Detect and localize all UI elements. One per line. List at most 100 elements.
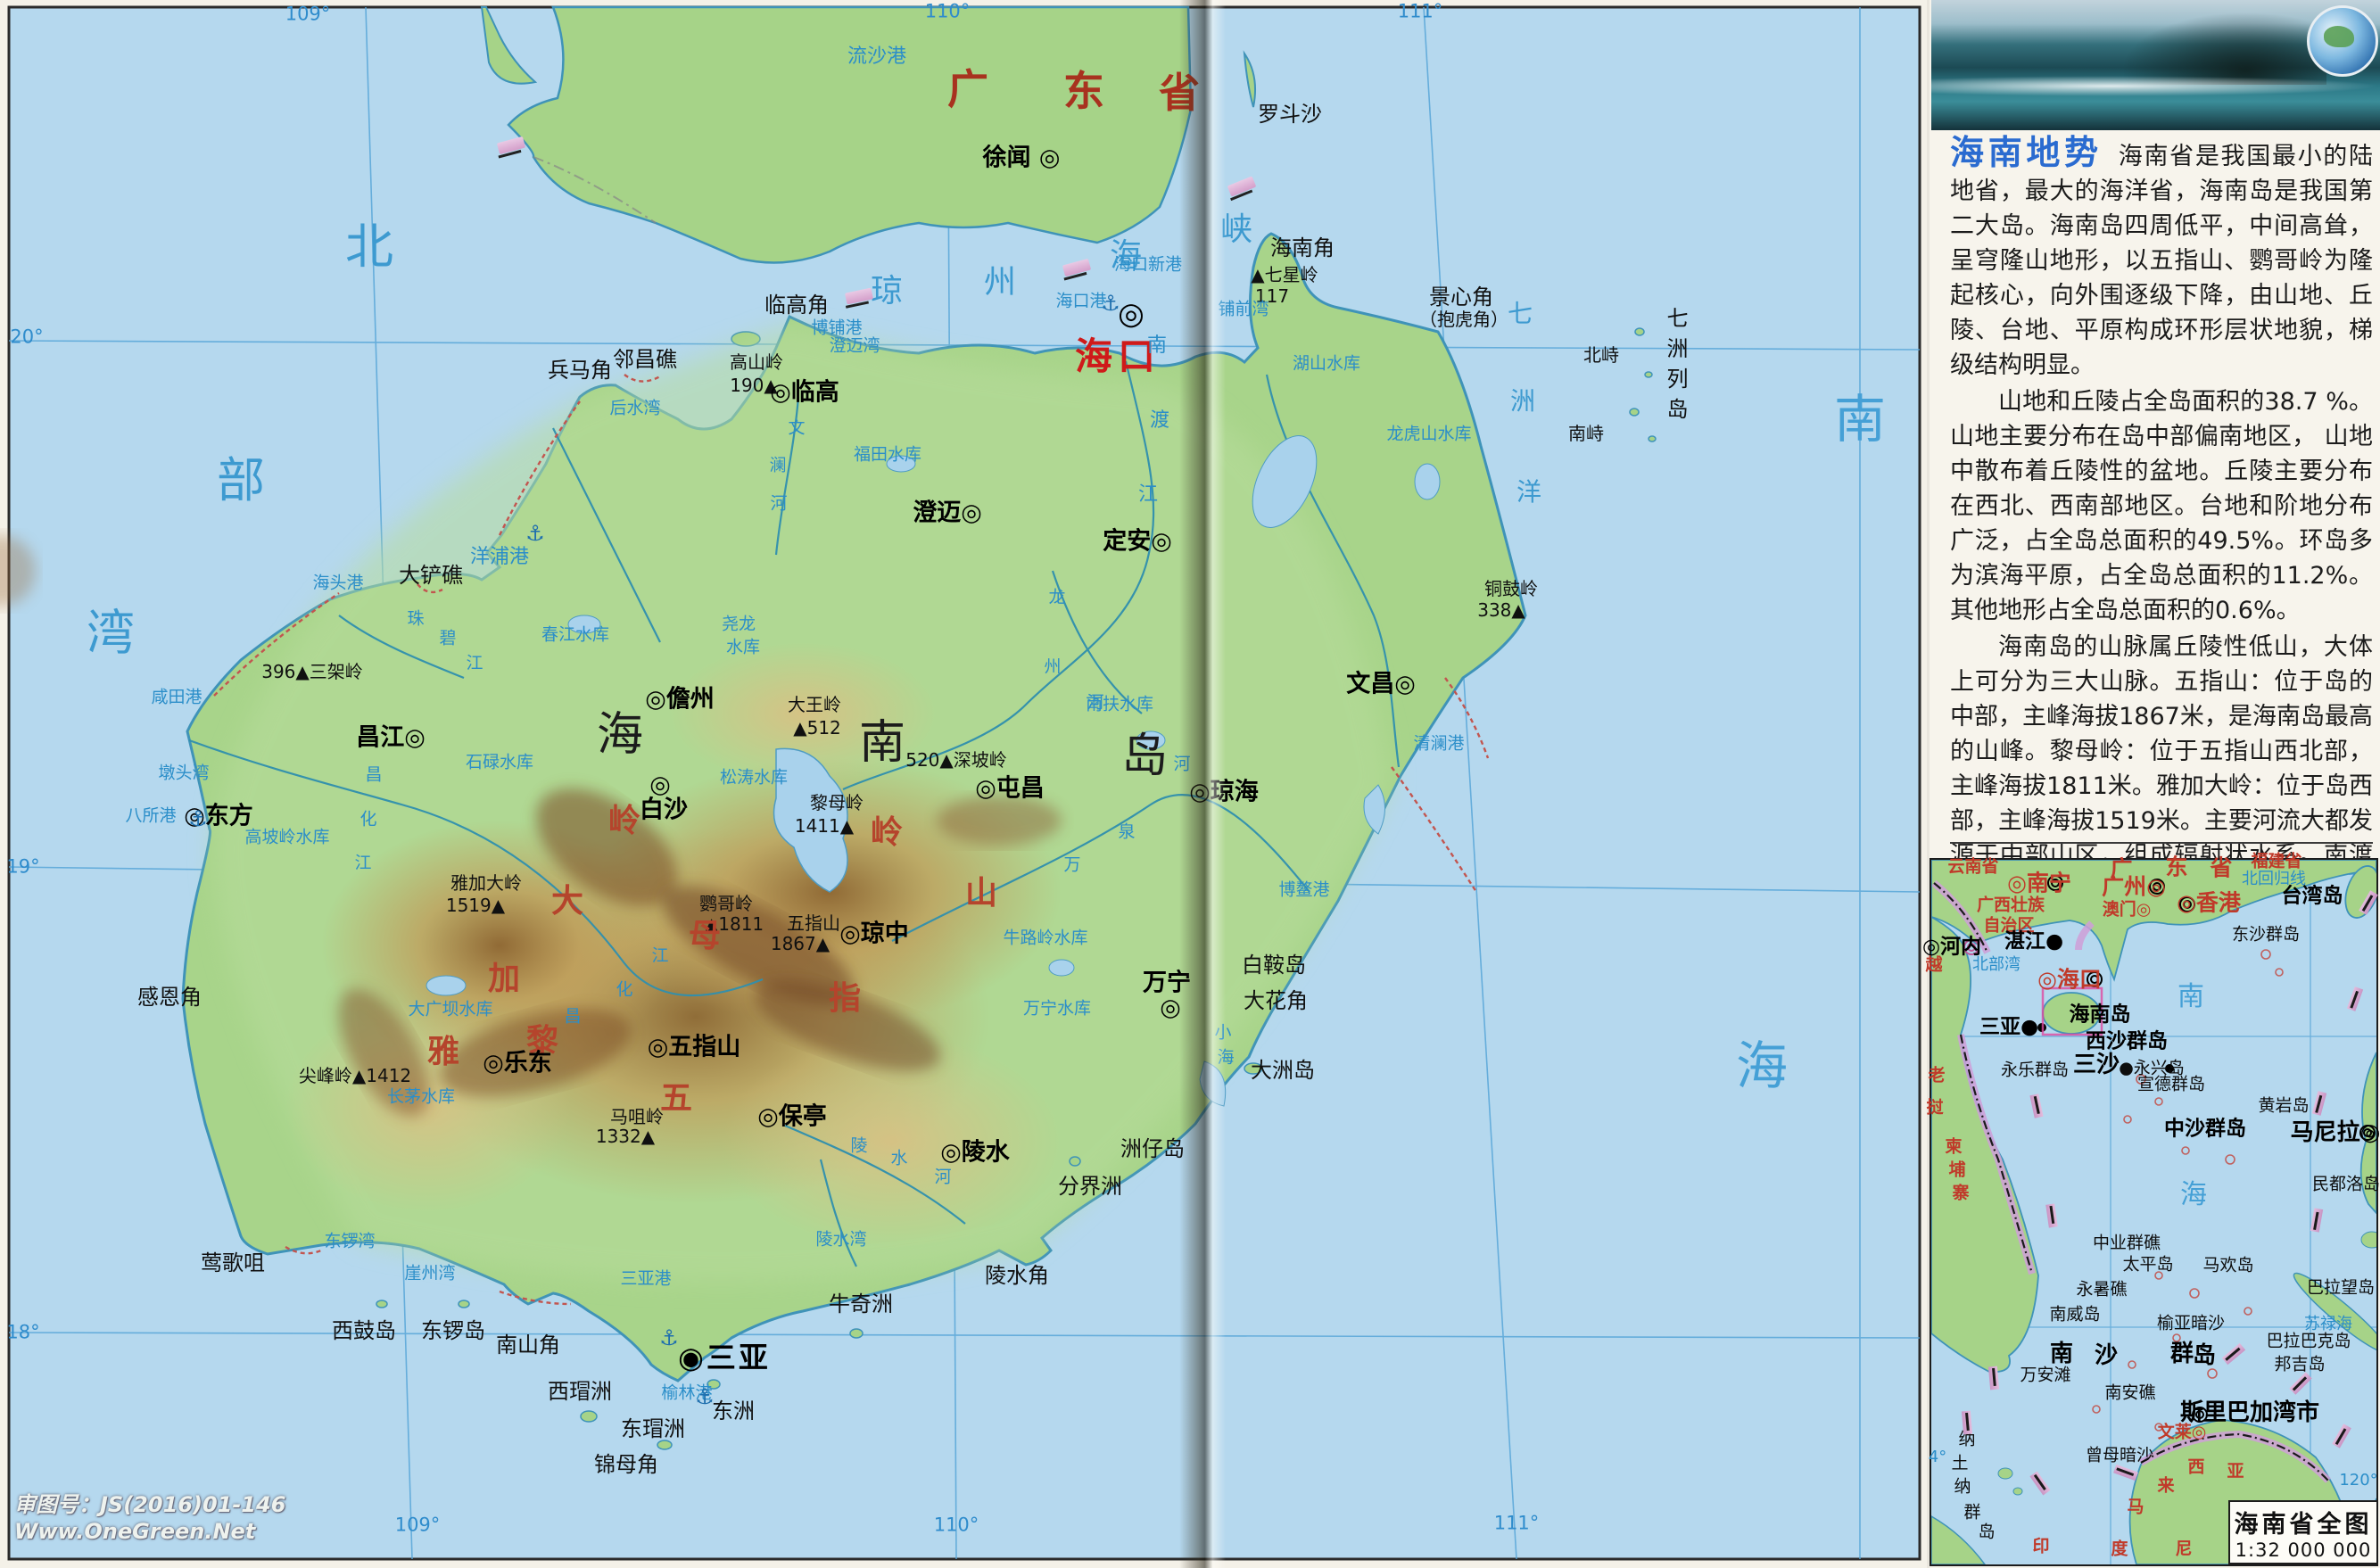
inset-label: 黄岩岛 — [2258, 1098, 2309, 1115]
map-label: 南扶水库 — [1086, 697, 1153, 714]
map-label: 大铲礁 — [399, 565, 463, 586]
nine-dash-segment-icon — [1962, 1411, 1972, 1435]
map-label: 兵马角 — [548, 359, 612, 381]
map-label: 昌江◎ — [356, 726, 426, 750]
inset-label: 福建省 — [2251, 854, 2301, 871]
map-label: 洋 — [1516, 480, 1541, 505]
map-label: 博铺港 — [811, 320, 862, 337]
map-label: ◎ — [1118, 299, 1145, 329]
inset-label: 老 — [1928, 1068, 1945, 1085]
map-label: 岭 — [608, 805, 640, 838]
inset-label: 群 — [2170, 1342, 2194, 1366]
map-label: 邻昌礁 — [613, 349, 677, 370]
map-label: 湖山水库 — [1293, 356, 1360, 373]
map-label: 福田水库 — [854, 447, 921, 464]
inset-label: 土 — [1951, 1456, 1968, 1473]
nine-dash-segment-icon — [1988, 1366, 1999, 1391]
inset-label: 沙 — [2095, 1344, 2118, 1367]
inset-label: 广西壮族 — [1977, 897, 2045, 914]
map-label: ◎陵水 — [940, 1141, 1010, 1165]
map-label: 东锣湾 — [324, 1234, 375, 1250]
map-label: 水 — [890, 1151, 907, 1168]
map-label: 博鳌港 — [1278, 882, 1329, 899]
map-label: 湾 — [87, 609, 135, 657]
map-label: 海南角 — [1270, 237, 1335, 259]
map-label: 咸田港 — [151, 689, 202, 706]
map-label: 洲 — [1510, 389, 1535, 414]
inset-map-scale: 1:32 000 000 — [2235, 1539, 2372, 1561]
map-label: 锦母角 — [594, 1454, 658, 1475]
inset-title-box: 海南省全图 1:32 000 000 — [2228, 1500, 2378, 1564]
map-label: 江 — [354, 855, 371, 872]
map-label: 景心角 — [1429, 286, 1493, 308]
map-label: 南峙 — [1568, 425, 1604, 442]
map-label: 万宁水库 — [1023, 1001, 1091, 1018]
map-label: 春江水库 — [541, 627, 609, 644]
map-label: 白沙 — [640, 798, 688, 822]
anchor-icon: ⚓ — [1101, 291, 1120, 316]
map-label: 墩头湾 — [158, 765, 209, 782]
map-label: 1332▲ — [596, 1127, 655, 1145]
map-label: 东锣岛 — [421, 1320, 485, 1341]
inset-label: 中沙群岛 — [2164, 1119, 2246, 1140]
map-label: 白鞍岛 — [1242, 954, 1306, 976]
photo-rocks — [2124, 13, 2326, 85]
map-label: 北 — [345, 223, 393, 271]
map-label: 澄迈◎ — [913, 501, 982, 525]
map-label: 部 — [217, 457, 265, 505]
map-label: 海口新港 — [1114, 257, 1182, 274]
map-label: 洲仔岛 — [1120, 1138, 1185, 1159]
map-label: 龙 — [1048, 590, 1065, 607]
inset-label: ◎海口 — [2037, 969, 2102, 991]
map-label: 洋浦港 — [470, 548, 529, 567]
map-label: 南山角 — [496, 1334, 560, 1356]
main-map-canvas — [0, 0, 1927, 1568]
map-label: 澜 — [769, 458, 786, 475]
anchor-icon: ⚓ — [525, 521, 545, 546]
map-label: 州 — [1044, 659, 1061, 676]
map-label: ◎五指山 — [648, 1036, 741, 1060]
inset-label: 东 — [2165, 856, 2187, 879]
inset-label: 挝 — [1926, 1100, 1943, 1117]
inset-label: 永乐群岛 — [2001, 1062, 2069, 1079]
map-label: 牛路岭水库 — [1003, 930, 1087, 947]
map-label: 莺歌咀 — [201, 1252, 265, 1274]
map-label: 文 — [788, 420, 805, 437]
map-label: 西鼓岛 — [332, 1320, 396, 1341]
inset-label: 寨 — [1952, 1185, 1969, 1202]
map-label: 东瑁洲 — [621, 1418, 685, 1440]
inset-label: 广州◎ — [2102, 876, 2166, 898]
map-label: 五指山 — [787, 914, 840, 932]
map-label: 南 — [1834, 393, 1886, 445]
inset-label: 巴拉巴克岛 — [2266, 1333, 2351, 1350]
inset-label: 万安滩 — [2020, 1367, 2070, 1384]
map-label: 文昌◎ — [1346, 673, 1416, 697]
map-label: 东 — [1063, 70, 1104, 111]
map-label: 大洲岛 — [1251, 1060, 1315, 1081]
map-label: 黎母岭 — [810, 794, 864, 812]
map-label: 临高角 — [764, 294, 829, 316]
inset-label: 澳门◎ — [2103, 902, 2152, 919]
main-map-page: 北部湾琼州海峡南海七洲洋广东省徐闻 ◎流沙港罗斗沙海南角▲七星岭117铺前湾景心… — [0, 0, 1927, 1568]
graticule-label: 111° — [1494, 1514, 1540, 1533]
graticule-label: 20° — [10, 328, 43, 347]
inset-label: 西 — [2187, 1459, 2204, 1476]
inset-label: 苏禄海 — [2304, 1316, 2352, 1333]
map-label: 大 — [551, 886, 583, 918]
map-label: 牛奇洲 — [829, 1293, 893, 1315]
map-label: 崖州湾 — [404, 1266, 455, 1283]
anchor-icon: ⚓ — [695, 1384, 715, 1409]
map-label: 珠 — [407, 611, 424, 628]
inset-label: 马 — [2127, 1499, 2144, 1516]
map-label: ◎ — [1160, 996, 1181, 1020]
inset-label: 南安礁 — [2104, 1385, 2155, 1402]
map-label: 澄迈湾 — [829, 338, 880, 355]
inset-label: 南威岛 — [2049, 1307, 2100, 1324]
map-label: 长茅水库 — [387, 1089, 455, 1106]
map-label: 338▲ — [1477, 601, 1525, 619]
map-label: 分界洲 — [1058, 1176, 1122, 1197]
page-fold-crease — [1179, 0, 1226, 1568]
inset-label: 太平岛 — [2122, 1257, 2173, 1274]
graticule-label: 110° — [925, 3, 971, 21]
article-text-1: 海南省是我国最小的陆地省，最大的海洋省，海南岛是我国第二大岛。海南岛四周低平，中… — [1950, 143, 2373, 379]
